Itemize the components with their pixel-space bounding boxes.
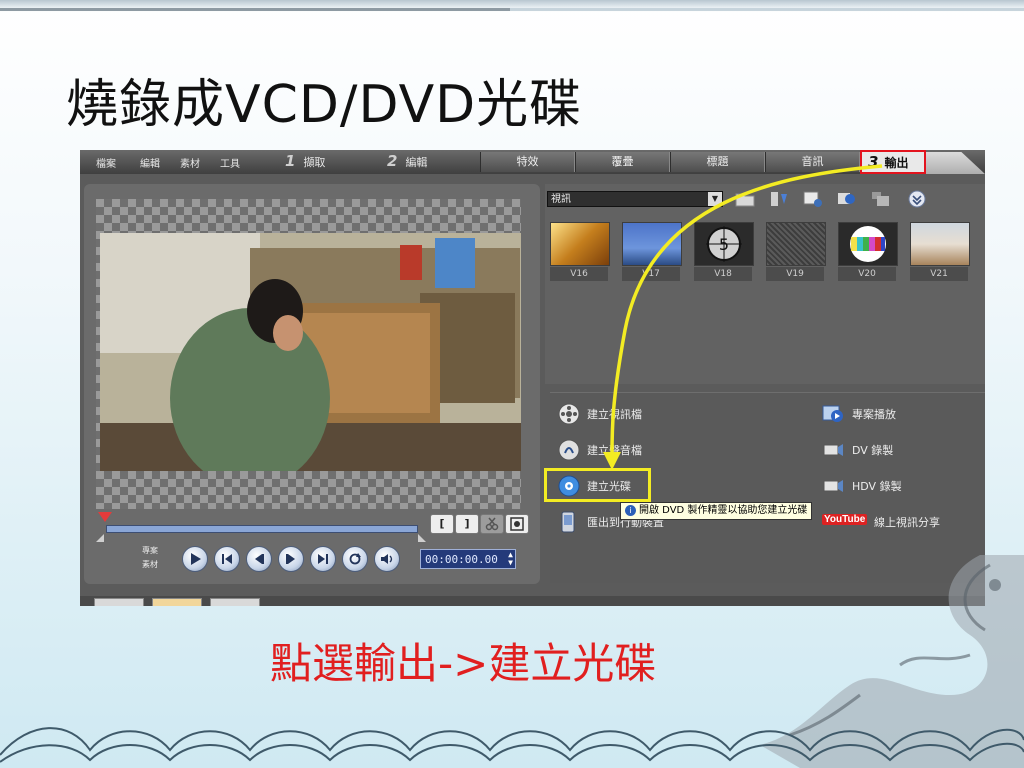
thumbnail-label: V21 <box>910 267 968 281</box>
split-clip-button[interactable] <box>480 514 504 534</box>
thumbnail-v21[interactable] <box>910 222 970 266</box>
timecode-display[interactable]: 00:00:00.00 ▲ ▼ <box>420 549 516 569</box>
library-category-select[interactable]: 視訊 ▼ <box>547 191 723 207</box>
preview-panel: [ ] 專案 素材 00:00:00.00 ▲ ▼ <box>84 184 540 584</box>
dv-camera-icon <box>823 444 843 456</box>
previous-frame-button[interactable] <box>246 546 272 572</box>
mobile-device-icon <box>561 511 575 533</box>
timeline-view-button[interactable] <box>152 598 202 606</box>
skip-start-icon <box>222 554 232 564</box>
video-editor-window: 檔案 編輯 素材 工具 1 擷取 2 編輯 特效 覆疊 標題 音訊 3 輸出 [… <box>80 150 985 606</box>
next-frame-icon <box>286 554 295 564</box>
tab-output[interactable]: 3 輸出 <box>860 150 926 174</box>
library-panel: 視訊 ▼ 5 V16 V17 V18 V19 V20 V21 <box>545 184 985 384</box>
tab-title[interactable]: 標題 <box>670 152 765 172</box>
speaker-icon <box>381 554 393 564</box>
menu-edit[interactable]: 編輯 <box>140 155 160 170</box>
go-to-end-button[interactable] <box>310 546 336 572</box>
play-icon <box>191 553 201 565</box>
online-video-sharing[interactable]: 線上視訊分享 <box>874 514 940 530</box>
view-toggle-icon[interactable] <box>871 190 891 208</box>
step-tab-edit[interactable]: 2 編輯 <box>387 152 427 172</box>
thumbnail-v19[interactable] <box>766 222 826 266</box>
create-sound-file[interactable]: 建立聲音檔 <box>587 442 642 458</box>
timecode-spinner-icon[interactable]: ▲ ▼ <box>508 551 513 567</box>
thumbnail-label: V16 <box>550 267 608 281</box>
folder-icon[interactable] <box>735 190 755 208</box>
menu-tools[interactable]: 工具 <box>220 155 240 170</box>
step-tab-capture[interactable]: 1 擷取 <box>285 152 325 172</box>
project-mode-label[interactable]: 專案 <box>142 545 158 556</box>
video-preview <box>100 233 521 471</box>
youtube-logo: YouTube <box>822 514 868 525</box>
next-frame-button[interactable] <box>278 546 304 572</box>
dv-recording[interactable]: DV 錄製 <box>852 442 893 458</box>
thumbnail-label: V19 <box>766 267 824 281</box>
skip-end-icon <box>318 554 328 564</box>
create-video-file[interactable]: 建立視訊檔 <box>587 406 642 422</box>
hdv-camera-icon <box>823 480 843 492</box>
audio-view-button[interactable] <box>210 598 260 606</box>
scrubber-playhead[interactable] <box>98 512 112 522</box>
previous-frame-icon <box>255 554 264 564</box>
capture-icon[interactable] <box>837 190 857 208</box>
thumbnail-v16[interactable] <box>550 222 610 266</box>
test-pattern-icon <box>839 223 897 265</box>
wave-decoration <box>0 727 1024 763</box>
menu-clip[interactable]: 素材 <box>180 155 200 170</box>
volume-button[interactable] <box>374 546 400 572</box>
tab-overlay[interactable]: 覆疊 <box>575 152 670 172</box>
scrubber-track[interactable] <box>106 525 418 533</box>
svg-text:5: 5 <box>719 235 729 254</box>
countdown-icon: 5 <box>706 226 742 262</box>
thumbnail-v17[interactable] <box>622 222 682 266</box>
expand-options-icon[interactable] <box>907 190 927 208</box>
sort-icon[interactable] <box>769 190 789 208</box>
info-icon: i <box>625 505 636 516</box>
project-playback[interactable]: 專案播放 <box>852 406 896 422</box>
thumbnail-v18[interactable]: 5 <box>694 222 754 266</box>
zoom-icon <box>510 517 524 531</box>
play-button[interactable] <box>182 546 208 572</box>
create-disc-highlight <box>544 468 651 502</box>
project-playback-icon <box>822 405 843 422</box>
menu-bar: 檔案 編輯 素材 工具 1 擷取 2 編輯 特效 覆疊 標題 音訊 3 輸出 <box>80 150 985 174</box>
slide-title: 燒錄成VCD/DVD光碟 <box>66 75 583 135</box>
thumbnail-label: V20 <box>838 267 896 281</box>
thumbnail-label: V17 <box>622 267 680 281</box>
repeat-button[interactable] <box>342 546 368 572</box>
library-manager-icon[interactable] <box>803 190 823 208</box>
thumbnail-label: V18 <box>694 267 752 281</box>
sound-file-icon <box>558 439 580 461</box>
mark-out-button[interactable]: ] <box>455 514 479 534</box>
tab-output-tail <box>926 152 985 174</box>
instruction-caption: 點選輸出->建立光碟 <box>270 639 657 688</box>
storyboard-view-button[interactable] <box>94 598 144 606</box>
go-to-start-button[interactable] <box>214 546 240 572</box>
tab-audio[interactable]: 音訊 <box>765 152 860 172</box>
scissors-icon <box>485 517 499 531</box>
film-reel-icon <box>558 403 580 425</box>
create-disc-tooltip: i 開啟 DVD 製作精靈以協助您建立光碟 <box>620 502 813 520</box>
hdv-recording[interactable]: HDV 錄製 <box>852 478 902 494</box>
repeat-icon <box>349 553 361 565</box>
thumbnail-v20[interactable] <box>838 222 898 266</box>
menu-file[interactable]: 檔案 <box>96 155 116 170</box>
tab-effects[interactable]: 特效 <box>480 152 575 172</box>
trim-markers <box>96 534 426 542</box>
chevron-down-icon[interactable]: ▼ <box>708 192 722 206</box>
mark-in-button[interactable]: [ <box>430 514 454 534</box>
top-decorative-band <box>0 0 1024 12</box>
clip-mode-label[interactable]: 素材 <box>142 559 158 570</box>
enlarge-preview-button[interactable] <box>505 514 529 534</box>
